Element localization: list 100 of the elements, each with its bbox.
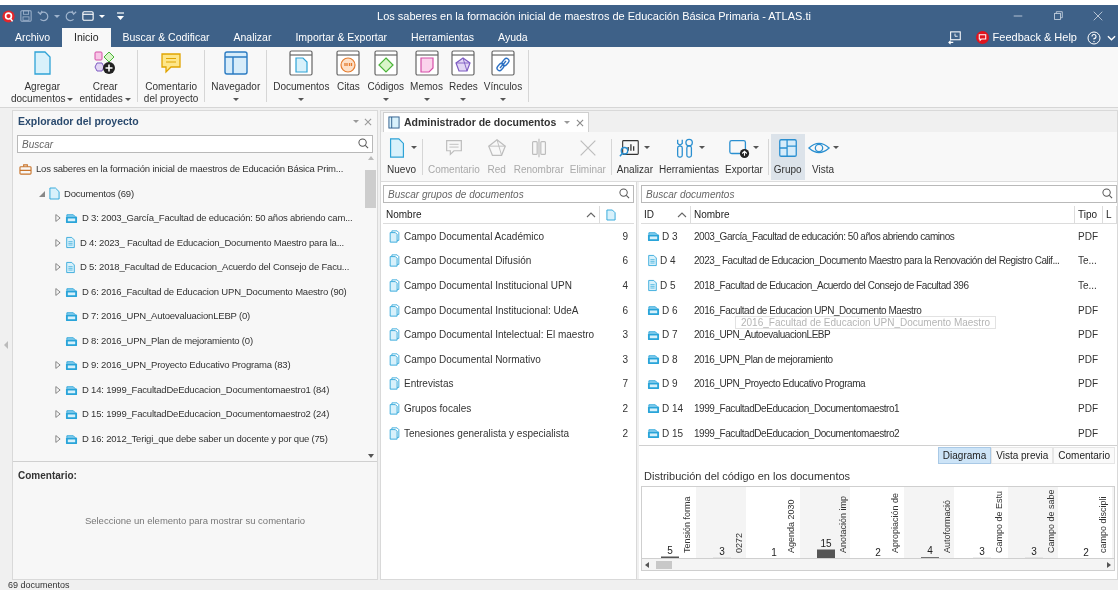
tree-item[interactable]: D 8: 2016_UPN_Plan de mejoramiento (0) [82, 333, 253, 348]
ribbon-button[interactable]: Documentos [270, 50, 333, 105]
toolbar-button[interactable]: Analizar [613, 133, 656, 180]
tree-item[interactable]: D 3: 2003_García_Facultad de educación: 50 años abriendo cam... [82, 211, 353, 226]
toolbar-button[interactable]: Vista [804, 133, 842, 180]
search-field[interactable]: Buscar grupos de documentos [383, 185, 634, 203]
tree-item[interactable]: Los saberes en la formación inicial de maestros de Educación Básica Prim... [36, 162, 344, 177]
scroll-right-icon[interactable] [1107, 561, 1111, 568]
scroll-up-icon[interactable] [367, 156, 374, 160]
restore-icon[interactable] [1052, 10, 1064, 22]
document-group-icon [389, 229, 400, 243]
expand-arrow-icon[interactable] [55, 214, 61, 223]
search-field[interactable]: Buscar documentos [641, 185, 1117, 203]
tree-item[interactable]: D 4: 2023_ Facultad de Educacion_Documento Maestro para la... [80, 235, 344, 250]
history-icon[interactable] [947, 30, 962, 45]
ribbon-tab[interactable]: Importar & Exportar [283, 29, 400, 47]
table-cell-text: PDF [1077, 401, 1099, 416]
expand-arrow-icon[interactable] [55, 385, 61, 394]
detail-tab[interactable]: Diagrama [937, 446, 992, 464]
group-name[interactable]: Grupos focales [404, 400, 612, 416]
group-name[interactable]: Campo Documental Académico [404, 228, 612, 244]
tree-item[interactable]: D 15: 1999_FacultadDeEducacion_Documentomaestro2 (24) [82, 407, 330, 422]
group-name[interactable]: Entrevistas [404, 376, 612, 392]
group-name[interactable]: Campo Documental Normativo [404, 351, 612, 367]
chevron-down-icon[interactable] [1107, 34, 1116, 41]
expand-arrow-icon[interactable] [55, 410, 61, 419]
help-icon[interactable] [1087, 30, 1101, 45]
expand-arrow-icon[interactable] [55, 361, 61, 370]
tree-item[interactable]: Documentos (69) [64, 186, 134, 201]
customize-icon[interactable] [116, 11, 125, 21]
expand-arrow-icon[interactable] [55, 263, 61, 272]
ribbon-button[interactable]: Agregar documentos [8, 50, 77, 105]
ribbon-button[interactable]: Códigos [364, 50, 408, 105]
ribbon-tab[interactable]: Herramientas [399, 29, 487, 47]
ribbon-button[interactable]: Memos [407, 50, 446, 105]
dropdown-icon[interactable] [564, 121, 571, 124]
search-field[interactable]: Buscar [17, 135, 373, 153]
documents-icon [288, 50, 315, 76]
tree-item[interactable]: D 7: 2016_UPN_AutoevaluacionLEBP (0) [82, 309, 250, 324]
expand-arrow-icon[interactable] [55, 238, 61, 247]
dropdown-icon[interactable] [353, 120, 359, 123]
tree-item[interactable]: D 14: 1999_FacultadDeEducacion_Documentomaestro1 (84) [82, 382, 330, 397]
sort-ascending-icon[interactable] [677, 211, 687, 218]
ribbon-tab[interactable]: Archivo [3, 29, 62, 47]
toolbar-button[interactable]: Grupo [770, 133, 805, 180]
ribbon-tab[interactable]: Ayuda [486, 29, 540, 47]
close-icon[interactable] [1092, 10, 1104, 22]
group-name[interactable]: Campo Documental Intelectual: El maestro [404, 327, 612, 343]
search-icon[interactable] [1102, 188, 1113, 199]
table-cell: 2023_ Facultad de Educacion_Documento Maestro para la Renovación del Registro Calif... [694, 255, 1060, 267]
document-group-icon [389, 279, 400, 292]
column-header[interactable]: Tipo [1075, 206, 1103, 223]
table-cell: 2016_Facultad de Educacion UPN_Documento Maestro [694, 304, 922, 316]
ribbon-button[interactable]: Citas [332, 50, 365, 93]
save-icon[interactable] [20, 10, 32, 22]
tree-item[interactable]: D 5: 2018_Facultad de Educacion_Acuerdo del Consejo de Facu... [80, 260, 350, 275]
ribbon-button[interactable]: Comentario del proyecto [140, 50, 202, 105]
tree-item[interactable]: D 6: 2016_Facultad de Educacion UPN_Documento Maestro (90) [82, 284, 347, 299]
group-name[interactable]: Campo Documental Difusión [404, 253, 612, 269]
expand-arrow-icon[interactable] [55, 434, 61, 443]
scroll-down-icon[interactable] [367, 454, 374, 458]
scrollbar-thumb[interactable] [656, 560, 672, 569]
column-header[interactable]: ID [641, 206, 691, 223]
toolbar-button[interactable]: Nuevo [383, 133, 420, 180]
group-name[interactable]: Campo Documental Institucional: UdeA [404, 302, 612, 318]
ribbon-button[interactable]: Navegador [208, 50, 264, 105]
close-icon[interactable] [576, 118, 585, 127]
undo-icon[interactable] [37, 10, 49, 22]
ribbon-tab[interactable]: Inicio [62, 28, 111, 47]
scroll-left-icon[interactable] [645, 561, 649, 568]
ribbon-tab[interactable]: Buscar & Codificar [110, 29, 222, 47]
window-icon[interactable] [82, 10, 94, 22]
tree-item[interactable]: D 16: 2012_Terigi_que debe saber un docente y por que (75) [82, 431, 328, 446]
expand-arrow-icon[interactable] [55, 287, 61, 296]
detail-tab[interactable]: Vista previa [991, 446, 1054, 464]
toolbar-button[interactable]: Exportar [722, 133, 766, 180]
toolbar-button[interactable]: Herramientas [656, 133, 723, 180]
column-header[interactable]: Nombre [383, 206, 600, 223]
ribbon-button[interactable]: Crear entidades [76, 50, 134, 105]
sort-ascending-icon[interactable] [586, 211, 596, 218]
collapse-arrow-icon[interactable] [39, 190, 45, 197]
scrollbar-thumb[interactable] [365, 170, 376, 208]
detail-tab[interactable]: Comentario [1053, 446, 1115, 464]
table-cell-text: D 3 [662, 229, 678, 244]
redo-icon[interactable] [65, 10, 77, 22]
search-icon[interactable] [358, 138, 369, 149]
column-header[interactable]: L [1103, 206, 1117, 223]
ribbon-button[interactable]: Vínculos [480, 50, 526, 105]
group-name[interactable]: Campo Documental Institucional UPN [404, 278, 612, 293]
column-header[interactable]: Nombre [691, 206, 1075, 223]
group-name[interactable]: Tenesiones generalista y especialista [404, 425, 612, 441]
close-icon[interactable] [364, 117, 372, 126]
horizontal-scrollbar[interactable] [641, 559, 1115, 572]
collapse-handle-icon[interactable] [4, 341, 8, 349]
ribbon-tab[interactable]: Analizar [221, 29, 284, 47]
tree-item[interactable]: D 9: 2016_UPN_Proyecto Educativo Programa (83) [82, 358, 291, 373]
ribbon-button[interactable]: Redes [445, 50, 481, 105]
search-icon[interactable] [619, 188, 630, 199]
scrollbar[interactable] [364, 153, 377, 461]
feedback-help-button[interactable]: Feedback & Help [975, 29, 1077, 46]
